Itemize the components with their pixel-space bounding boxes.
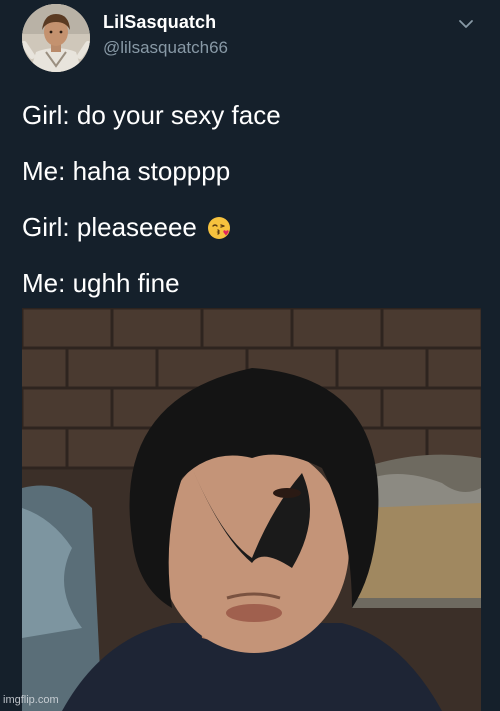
tweet-line-text: Girl: do your sexy face (22, 100, 281, 130)
tweet-line-text: Me: haha stopppp (22, 156, 231, 186)
tweet-media-image[interactable] (22, 308, 481, 711)
kissing-face-emoji-icon (207, 216, 231, 240)
user-handle[interactable]: @lilsasquatch66 (103, 38, 228, 58)
tweet-text: Girl: do your sexy face Me: haha stopppp… (22, 100, 482, 324)
chevron-down-icon[interactable] (456, 14, 476, 34)
tweet-line: Girl: do your sexy face (22, 100, 482, 130)
display-name[interactable]: LilSasquatch (103, 12, 216, 33)
tweet-line: Me: ughh fine (22, 268, 482, 298)
tweet-line-text: Girl: pleaseeee (22, 212, 197, 242)
tweet-card: LilSasquatch @lilsasquatch66 Girl: do yo… (0, 0, 500, 711)
tweet-line: Girl: pleaseeee (22, 212, 482, 242)
avatar[interactable] (22, 4, 90, 72)
tweet-line: Me: haha stopppp (22, 156, 482, 186)
tweet-line-text: Me: ughh fine (22, 268, 180, 298)
watermark: imgflip.com (3, 694, 59, 706)
